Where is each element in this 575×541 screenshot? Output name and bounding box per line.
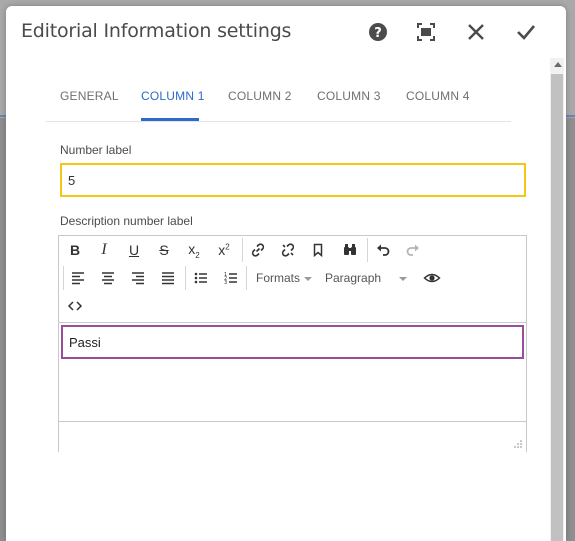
strikethrough-icon[interactable]: S: [153, 239, 175, 261]
fullscreen-icon: [417, 23, 435, 41]
number-label-field[interactable]: [60, 163, 526, 197]
tab-bar: GENERAL COLUMN 1 COLUMN 2 COLUMN 3 COLUM…: [46, 84, 511, 122]
scrollbar-thumb[interactable]: [551, 74, 563, 541]
dialog-header: Editorial Information settings ?: [6, 6, 566, 58]
tab-column-1[interactable]: COLUMN 1: [141, 89, 205, 103]
editor-text[interactable]: Passi: [69, 335, 101, 350]
tab-column-2[interactable]: COLUMN 2: [228, 89, 292, 103]
chevron-down-icon: [399, 276, 408, 281]
chevron-down-icon: [304, 276, 313, 281]
rich-text-editor: B I U S x2 x2 1 2 3 Formats Paragraph Pa…: [58, 235, 527, 452]
resize-handle-icon[interactable]: [513, 439, 523, 449]
subscript-icon[interactable]: x2: [183, 239, 205, 261]
svg-text:?: ?: [374, 26, 382, 41]
paragraph-dropdown[interactable]: Paragraph: [325, 271, 408, 285]
help-button[interactable]: ?: [364, 18, 392, 46]
link-icon[interactable]: [247, 239, 269, 261]
numbered-list-icon[interactable]: 123: [220, 267, 242, 289]
superscript-icon[interactable]: x2: [213, 239, 235, 261]
toolbar-separator: [246, 266, 247, 290]
editor-paragraph-block[interactable]: Passi: [61, 325, 524, 359]
formats-label: Formats: [256, 271, 301, 285]
toolbar-separator: [367, 238, 368, 262]
toolbar-separator: [242, 238, 243, 262]
paragraph-label: Paragraph: [325, 271, 382, 285]
italic-icon[interactable]: I: [93, 239, 115, 261]
fullscreen-button[interactable]: [412, 18, 440, 46]
toolbar-separator: [185, 266, 186, 290]
undo-icon[interactable]: [372, 239, 394, 261]
svg-text:3: 3: [224, 280, 227, 286]
description-label-caption: Description number label: [60, 214, 193, 228]
close-button[interactable]: [462, 18, 490, 46]
confirm-button[interactable]: [512, 18, 540, 46]
align-left-icon[interactable]: [67, 267, 89, 289]
bold-icon[interactable]: B: [64, 239, 86, 261]
align-right-icon[interactable]: [127, 267, 149, 289]
dialog-title: Editorial Information settings: [21, 20, 292, 42]
source-code-icon[interactable]: [64, 295, 86, 317]
help-icon: ?: [369, 23, 387, 41]
tab-general[interactable]: GENERAL: [60, 89, 119, 103]
unlink-icon[interactable]: [277, 239, 299, 261]
toolbar-separator: [63, 266, 64, 290]
formats-dropdown[interactable]: Formats: [256, 271, 313, 285]
close-icon: [468, 24, 484, 40]
number-label-caption: Number label: [60, 143, 132, 157]
number-label-input[interactable]: [62, 165, 524, 195]
align-center-icon[interactable]: [97, 267, 119, 289]
tab-column-3[interactable]: COLUMN 3: [317, 89, 381, 103]
checkmark-icon: [517, 25, 535, 40]
find-replace-icon[interactable]: [339, 239, 361, 261]
underline-icon[interactable]: U: [123, 239, 145, 261]
editor-statusbar: [59, 421, 526, 452]
scroll-up-arrow[interactable]: [554, 62, 562, 67]
tab-column-4[interactable]: COLUMN 4: [406, 89, 470, 103]
redo-icon[interactable]: [402, 239, 424, 261]
align-justify-icon[interactable]: [157, 267, 179, 289]
editor-content-area[interactable]: Passi: [59, 323, 526, 421]
active-tab-indicator: [141, 118, 199, 121]
bullet-list-icon[interactable]: [190, 267, 212, 289]
anchor-icon[interactable]: [307, 239, 329, 261]
editor-toolbar: B I U S x2 x2 1 2 3 Formats Paragraph: [59, 236, 526, 323]
settings-dialog: Editorial Information settings ? GENERAL…: [6, 6, 566, 541]
preview-icon[interactable]: [421, 267, 443, 289]
